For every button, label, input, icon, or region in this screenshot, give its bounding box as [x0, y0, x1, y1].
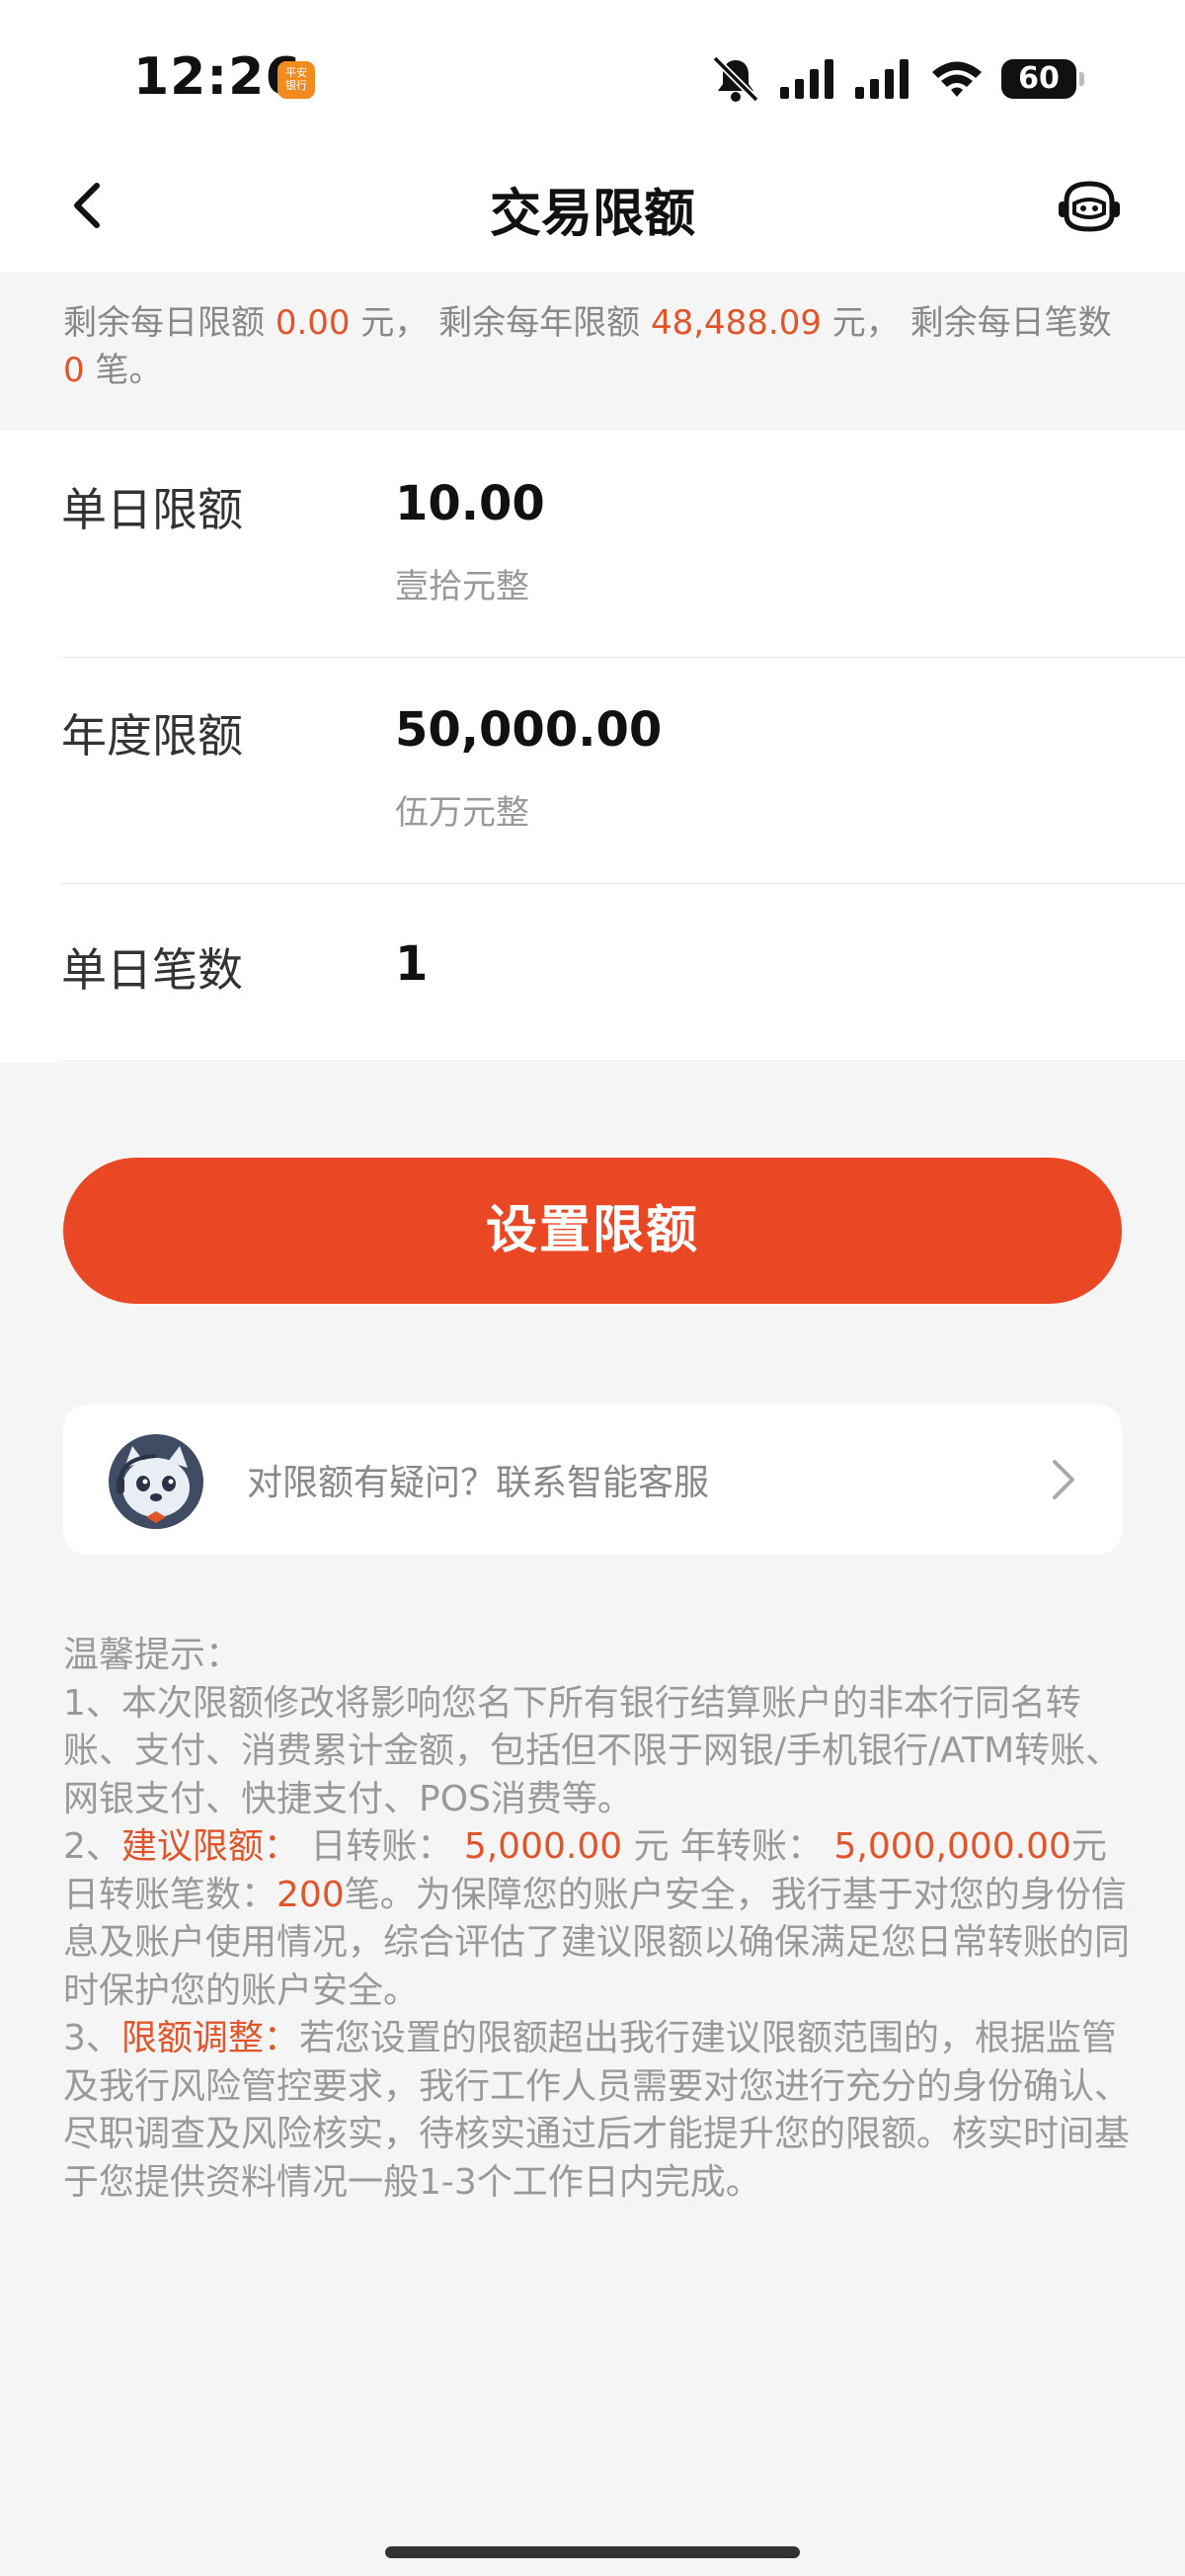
- yearly-limit-input[interactable]: 50,000.00: [395, 702, 662, 758]
- yearly-remaining-value: 48,488.09: [650, 303, 822, 343]
- app-notification-icon: 平安 银行: [277, 61, 315, 99]
- daily-limit-label: 单日限额: [61, 483, 243, 536]
- page-title: 交易限额: [489, 185, 695, 244]
- suggested-yearly-value: 5,000,000.00: [833, 1826, 1071, 1867]
- signal-icon: [855, 59, 908, 99]
- chevron-right-icon: [1053, 1460, 1074, 1499]
- daily-count-row[interactable]: 单日笔数 1: [59, 883, 1185, 1062]
- home-indicator[interactable]: [385, 2546, 800, 2558]
- remaining-limit-notice: 剩余每日限额 0.00 元， 剩余每年限额 48,488.09 元， 剩余每日笔…: [0, 274, 1185, 430]
- tips-heading: 温馨提示：: [63, 1635, 242, 1675]
- daily-count-label: 单日笔数: [61, 943, 243, 997]
- notice-text: 元， 剩余每日笔数: [822, 303, 1112, 343]
- service-link-text: 对限额有疑问？联系智能客服: [247, 1463, 710, 1503]
- notice-text: 笔。: [84, 351, 163, 390]
- tip-2-text: 元 年转账：: [622, 1826, 834, 1867]
- mute-bell-icon: [712, 55, 759, 103]
- daily-remaining-value: 0.00: [275, 303, 351, 343]
- suggested-daily-value: 5,000.00: [463, 1826, 623, 1867]
- tip-2-prefix: 2、: [63, 1826, 121, 1867]
- tips-section: 温馨提示： 1、本次限额修改将影响您名下所有银行结算账户的非本行同名转账、支付、…: [63, 1632, 1130, 2207]
- notice-text: 剩余每日限额: [63, 303, 276, 343]
- wifi-icon: [932, 61, 982, 97]
- tip-3-key: 限额调整：: [120, 2018, 299, 2058]
- suggested-count-value: 200: [276, 1874, 345, 1915]
- mascot-avatar-icon: [109, 1434, 203, 1529]
- status-time: 12:26: [133, 47, 302, 107]
- daily-count-input[interactable]: 1: [395, 936, 428, 992]
- nav-bar: 交易限额: [0, 138, 1185, 274]
- signal-icon: [780, 59, 833, 99]
- tip-3-prefix: 3、: [63, 2018, 121, 2058]
- tip-1: 1、本次限额修改将影响您名下所有银行结算账户的非本行同名转账、支付、消费累计金额…: [63, 1682, 1122, 1819]
- yearly-limit-row[interactable]: 年度限额 50,000.00 伍万元整: [59, 657, 1185, 884]
- robot-icon[interactable]: [1055, 172, 1124, 241]
- notice-text: 元， 剩余每年限额: [350, 303, 651, 343]
- daily-limit-row[interactable]: 单日限额 10.00 壹拾元整: [59, 431, 1185, 658]
- daily-limit-input[interactable]: 10.00: [395, 476, 545, 531]
- yearly-limit-chinese: 伍万元整: [395, 793, 529, 833]
- tip-2-key: 建议限额：: [120, 1826, 299, 1867]
- tip-2: 2、建议限额： 日转账： 5,000.00 元 年转账： 5,000,000.0…: [63, 1823, 1130, 2015]
- count-remaining-value: 0: [63, 351, 85, 390]
- battery-icon: 60: [1001, 59, 1084, 99]
- tip-3: 3、限额调整：若您设置的限额超出我行建议限额范围的，根据监管及我行风险管控要求，…: [63, 2015, 1130, 2207]
- status-icons: 60: [709, 54, 1084, 104]
- daily-limit-chinese: 壹拾元整: [395, 567, 529, 606]
- smart-service-card[interactable]: 对限额有疑问？联系智能客服: [63, 1405, 1122, 1555]
- status-bar: 12:26 平安 银行 60: [0, 0, 1185, 138]
- yearly-limit-label: 年度限额: [61, 709, 243, 763]
- set-limit-button[interactable]: 设置限额: [63, 1158, 1122, 1304]
- limit-form: 单日限额 10.00 壹拾元整 年度限额 50,000.00 伍万元整 单日笔数…: [0, 431, 1185, 1063]
- tip-2-text: 日转账：: [298, 1826, 464, 1867]
